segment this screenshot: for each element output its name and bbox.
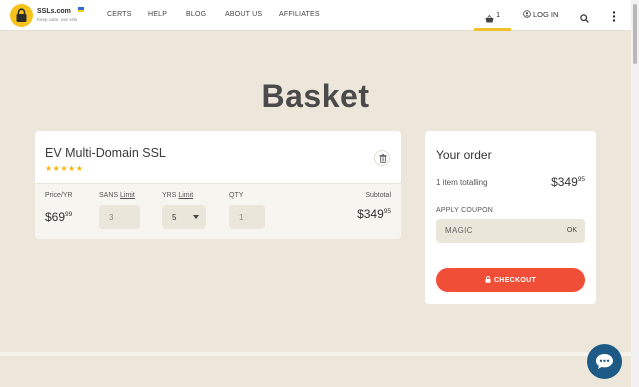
login-button[interactable]: LOG IN (523, 10, 558, 19)
remove-item-button[interactable] (374, 150, 390, 166)
quantity-input[interactable]: 1 (229, 205, 265, 229)
nav-blog[interactable]: BLOG (186, 11, 206, 18)
login-label: LOG IN (533, 10, 559, 19)
coupon-field[interactable]: MAGIC OK (436, 219, 585, 243)
chat-bubble-icon (596, 354, 613, 369)
items-count: 1 item totalling (436, 178, 488, 187)
price-value: $6999 (45, 210, 73, 224)
trash-icon (379, 154, 387, 163)
price-label: Price/YR (45, 192, 73, 199)
coupon-ok-button[interactable]: OK (567, 227, 577, 234)
page-title: Basket (261, 78, 370, 114)
lock-icon (10, 4, 33, 27)
checkout-button[interactable]: CHECKOUT (436, 268, 585, 292)
chat-button[interactable] (587, 344, 622, 379)
lock-icon (485, 276, 491, 283)
nav-affiliates[interactable]: AFFILIATES (279, 11, 320, 18)
product-details-row (35, 183, 401, 239)
top-navbar: SSLs.com Keep calm, use ssls CERTS HELP … (0, 0, 631, 31)
user-icon (523, 10, 531, 18)
footer-divider (0, 352, 631, 356)
logo-tagline: Keep calm, use ssls (37, 17, 78, 22)
order-title: Your order (436, 148, 492, 162)
coupon-label: APPLY COUPON (436, 207, 493, 214)
product-name: EV Multi-Domain SSL (45, 146, 166, 160)
more-menu-icon[interactable] (612, 9, 616, 27)
ukraine-flag-icon (78, 7, 84, 12)
nav-certs[interactable]: CERTS (107, 11, 132, 18)
basket-icon (485, 10, 494, 28)
nav-help[interactable]: HELP (148, 11, 167, 18)
logo-name: SSLs.com (37, 8, 71, 15)
checkout-label: CHECKOUT (493, 277, 537, 284)
basket-button[interactable]: 1 (474, 0, 511, 31)
years-select[interactable]: 5 (162, 205, 206, 229)
chevron-down-icon (193, 215, 199, 219)
sans-label: SANS Limit (99, 192, 135, 199)
order-summary: Your order 1 item totalling $34995 APPLY… (425, 131, 596, 304)
sans-limit-link[interactable]: Limit (120, 192, 135, 199)
search-icon[interactable] (580, 10, 589, 28)
sans-input[interactable]: 3 (99, 205, 140, 229)
subtotal-label: Subtotal (365, 192, 391, 199)
scrollbar-thumb[interactable] (633, 4, 637, 64)
product-rating: ★★★★★ (45, 164, 84, 173)
product-card: EV Multi-Domain SSL ★★★★★ Price/YR $6999… (35, 131, 401, 239)
yrs-label: YRS Limit (162, 192, 194, 199)
order-total: $34995 (551, 175, 585, 189)
logo[interactable]: SSLs.com Keep calm, use ssls (10, 4, 90, 27)
nav-about-us[interactable]: ABOUT US (225, 11, 262, 18)
yrs-limit-link[interactable]: Limit (178, 192, 193, 199)
subtotal-value: $34995 (357, 207, 391, 221)
coupon-input[interactable]: MAGIC (445, 226, 473, 235)
qty-label: QTY (229, 192, 244, 199)
basket-count: 1 (496, 10, 501, 19)
